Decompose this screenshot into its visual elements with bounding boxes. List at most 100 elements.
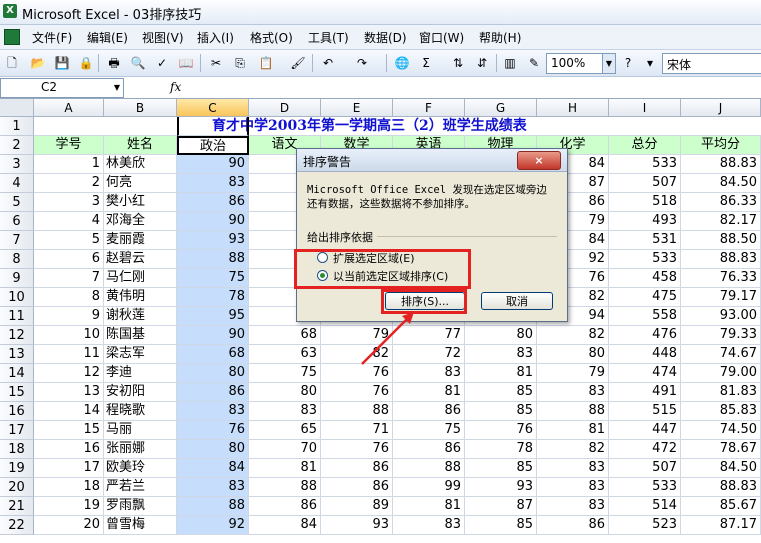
table-cell[interactable]: 邓海全 xyxy=(104,212,177,231)
table-cell[interactable]: 88.83 xyxy=(681,250,761,269)
table-cell[interactable]: 79.00 xyxy=(681,364,761,383)
table-cell[interactable]: 70 xyxy=(249,440,321,459)
table-cell[interactable]: 88.50 xyxy=(681,231,761,250)
table-cell[interactable]: 1 xyxy=(34,155,104,174)
table-cell[interactable]: 88 xyxy=(177,250,249,269)
table-cell[interactable]: 474 xyxy=(609,364,681,383)
table-cell[interactable]: 472 xyxy=(609,440,681,459)
table-cell[interactable]: 李迪 xyxy=(104,364,177,383)
name-box[interactable]: C2 ▼ xyxy=(0,78,124,98)
table-cell[interactable]: 93.00 xyxy=(681,307,761,326)
row-header[interactable]: 11 xyxy=(0,307,34,326)
table-cell[interactable]: 84.50 xyxy=(681,174,761,193)
menu-insert[interactable]: 插入(I) xyxy=(197,29,234,46)
table-cell[interactable]: 林美欣 xyxy=(104,155,177,174)
table-cell[interactable]: 86 xyxy=(321,459,393,478)
column-header-d[interactable]: D xyxy=(249,99,321,117)
table-cell[interactable]: 6 xyxy=(34,250,104,269)
format-painter-icon[interactable]: 🖌 xyxy=(290,55,306,71)
row-header[interactable]: 4 xyxy=(0,174,34,193)
table-cell[interactable]: 68 xyxy=(249,326,321,345)
sheet-title[interactable]: 育才中学2003年第一学期高三（2）班学生成绩表 xyxy=(34,117,761,136)
table-cell[interactable]: 13 xyxy=(34,383,104,402)
table-cell[interactable]: 85 xyxy=(465,459,537,478)
table-cell[interactable]: 89 xyxy=(321,497,393,516)
table-cell[interactable]: 83 xyxy=(537,383,609,402)
table-cell[interactable]: 84 xyxy=(249,516,321,535)
spelling-icon[interactable]: ✓ xyxy=(154,55,170,71)
table-cell[interactable]: 80 xyxy=(249,383,321,402)
table-cell[interactable]: 85 xyxy=(465,383,537,402)
menu-window[interactable]: 窗口(W) xyxy=(419,29,464,46)
table-cell[interactable]: 7 xyxy=(34,269,104,288)
header-cell[interactable]: 姓名 xyxy=(104,136,177,155)
new-icon[interactable]: 🗋 xyxy=(4,55,20,71)
table-cell[interactable]: 76 xyxy=(321,383,393,402)
print-icon[interactable]: 🖶 xyxy=(106,55,122,71)
table-cell[interactable]: 黄伟明 xyxy=(104,288,177,307)
row-header[interactable]: 19 xyxy=(0,459,34,478)
column-header-a[interactable]: A xyxy=(34,99,104,117)
column-header-e[interactable]: E xyxy=(321,99,393,117)
row-header[interactable]: 18 xyxy=(0,440,34,459)
workbook-icon[interactable] xyxy=(4,29,20,45)
header-cell[interactable]: 政治 xyxy=(177,136,249,155)
table-cell[interactable]: 518 xyxy=(609,193,681,212)
table-cell[interactable]: 74.50 xyxy=(681,421,761,440)
table-cell[interactable]: 83 xyxy=(393,516,465,535)
table-cell[interactable]: 447 xyxy=(609,421,681,440)
table-cell[interactable]: 83 xyxy=(537,497,609,516)
drawing-icon[interactable]: ✎ xyxy=(526,55,542,71)
table-cell[interactable]: 90 xyxy=(177,326,249,345)
table-cell[interactable]: 安初阳 xyxy=(104,383,177,402)
table-cell[interactable]: 95 xyxy=(177,307,249,326)
table-cell[interactable]: 85 xyxy=(465,402,537,421)
table-cell[interactable]: 493 xyxy=(609,212,681,231)
row-header[interactable]: 14 xyxy=(0,364,34,383)
table-cell[interactable]: 99 xyxy=(393,478,465,497)
table-cell[interactable]: 85.67 xyxy=(681,497,761,516)
table-cell[interactable]: 83 xyxy=(537,478,609,497)
table-cell[interactable]: 12 xyxy=(34,364,104,383)
table-cell[interactable]: 88.83 xyxy=(681,478,761,497)
table-cell[interactable]: 491 xyxy=(609,383,681,402)
chevron-down-icon[interactable]: ▼ xyxy=(602,54,615,73)
table-cell[interactable]: 82.17 xyxy=(681,212,761,231)
table-cell[interactable]: 507 xyxy=(609,174,681,193)
table-cell[interactable]: 16 xyxy=(34,440,104,459)
table-cell[interactable]: 81 xyxy=(537,421,609,440)
table-cell[interactable]: 88 xyxy=(177,497,249,516)
table-cell[interactable]: 83 xyxy=(537,459,609,478)
table-cell[interactable]: 86 xyxy=(249,497,321,516)
menu-file[interactable]: 文件(F) xyxy=(32,29,72,46)
menu-view[interactable]: 视图(V) xyxy=(142,29,184,46)
row-header[interactable]: 5 xyxy=(0,193,34,212)
toolbar-options-icon[interactable]: ▾ xyxy=(642,55,658,71)
table-cell[interactable]: 507 xyxy=(609,459,681,478)
table-cell[interactable]: 何亮 xyxy=(104,174,177,193)
table-cell[interactable]: 88 xyxy=(537,402,609,421)
undo-icon[interactable]: ↶ xyxy=(320,55,336,71)
table-cell[interactable]: 515 xyxy=(609,402,681,421)
table-cell[interactable]: 赵碧云 xyxy=(104,250,177,269)
table-cell[interactable]: 82 xyxy=(537,440,609,459)
chevron-down-icon[interactable]: ▼ xyxy=(111,79,123,97)
font-select[interactable]: 宋体 xyxy=(662,53,761,74)
table-cell[interactable]: 79.33 xyxy=(681,326,761,345)
row-header[interactable]: 8 xyxy=(0,250,34,269)
table-cell[interactable]: 92 xyxy=(177,516,249,535)
menu-data[interactable]: 数据(D) xyxy=(364,29,407,46)
table-cell[interactable]: 523 xyxy=(609,516,681,535)
table-cell[interactable]: 83 xyxy=(177,478,249,497)
table-cell[interactable]: 3 xyxy=(34,193,104,212)
table-cell[interactable]: 15 xyxy=(34,421,104,440)
close-button[interactable]: × xyxy=(517,151,561,170)
menu-format[interactable]: 格式(O) xyxy=(250,29,293,46)
table-cell[interactable]: 谢秋莲 xyxy=(104,307,177,326)
table-cell[interactable]: 75 xyxy=(249,364,321,383)
table-cell[interactable]: 86 xyxy=(177,193,249,212)
table-cell[interactable]: 17 xyxy=(34,459,104,478)
table-cell[interactable]: 476 xyxy=(609,326,681,345)
table-cell[interactable]: 93 xyxy=(321,516,393,535)
menu-tools[interactable]: 工具(T) xyxy=(308,29,349,46)
